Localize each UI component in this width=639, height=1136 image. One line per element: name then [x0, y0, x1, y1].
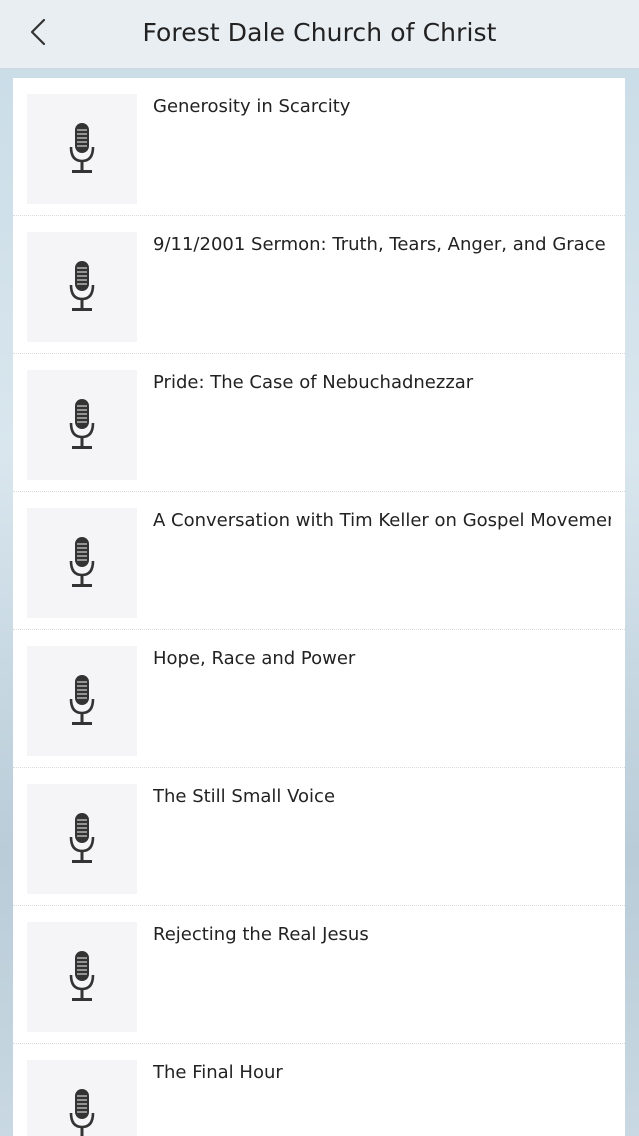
microphone-icon	[69, 1089, 95, 1136]
page-title: Forest Dale Church of Christ	[142, 18, 497, 47]
sermon-title: The Still Small Voice	[153, 786, 336, 807]
sermon-thumbnail	[27, 370, 137, 480]
list-item[interactable]: Rejecting the Real Jesus	[13, 906, 625, 1044]
microphone-icon	[69, 537, 95, 587]
list-item[interactable]: Generosity in Scarcity	[13, 78, 625, 216]
sermon-thumbnail	[27, 94, 137, 204]
sermon-title: A Conversation with Tim Keller on Gospel…	[153, 510, 611, 531]
sermon-title: The Final Hour	[153, 1062, 283, 1083]
microphone-icon	[69, 675, 95, 725]
sermon-thumbnail	[27, 508, 137, 618]
sermon-title: 9/11/2001 Sermon: Truth, Tears, Anger, a…	[153, 234, 606, 255]
list-item[interactable]: The Final Hour	[13, 1044, 625, 1136]
microphone-icon	[69, 399, 95, 449]
microphone-icon	[69, 813, 95, 863]
microphone-icon	[69, 261, 95, 311]
list-item[interactable]: Pride: The Case of Nebuchadnezzar	[13, 354, 625, 492]
sermon-thumbnail	[27, 232, 137, 342]
list-item[interactable]: The Still Small Voice	[13, 768, 625, 906]
sermon-thumbnail	[27, 922, 137, 1032]
list-item[interactable]: A Conversation with Tim Keller on Gospel…	[13, 492, 625, 630]
microphone-icon	[69, 951, 95, 1001]
sermon-thumbnail	[27, 1060, 137, 1136]
sermon-title: Generosity in Scarcity	[153, 96, 351, 117]
sermon-title: Pride: The Case of Nebuchadnezzar	[153, 372, 474, 393]
sermon-list[interactable]: Generosity in Scarcity 9/11/2001 Sermon:…	[13, 78, 625, 1136]
microphone-icon	[69, 123, 95, 173]
list-item[interactable]: 9/11/2001 Sermon: Truth, Tears, Anger, a…	[13, 216, 625, 354]
sermon-title: Hope, Race and Power	[153, 648, 356, 669]
top-bar: Forest Dale Church of Christ	[0, 0, 639, 69]
list-item[interactable]: Hope, Race and Power	[13, 630, 625, 768]
sermon-thumbnail	[27, 646, 137, 756]
sermon-thumbnail	[27, 784, 137, 894]
sermon-title: Rejecting the Real Jesus	[153, 924, 369, 945]
